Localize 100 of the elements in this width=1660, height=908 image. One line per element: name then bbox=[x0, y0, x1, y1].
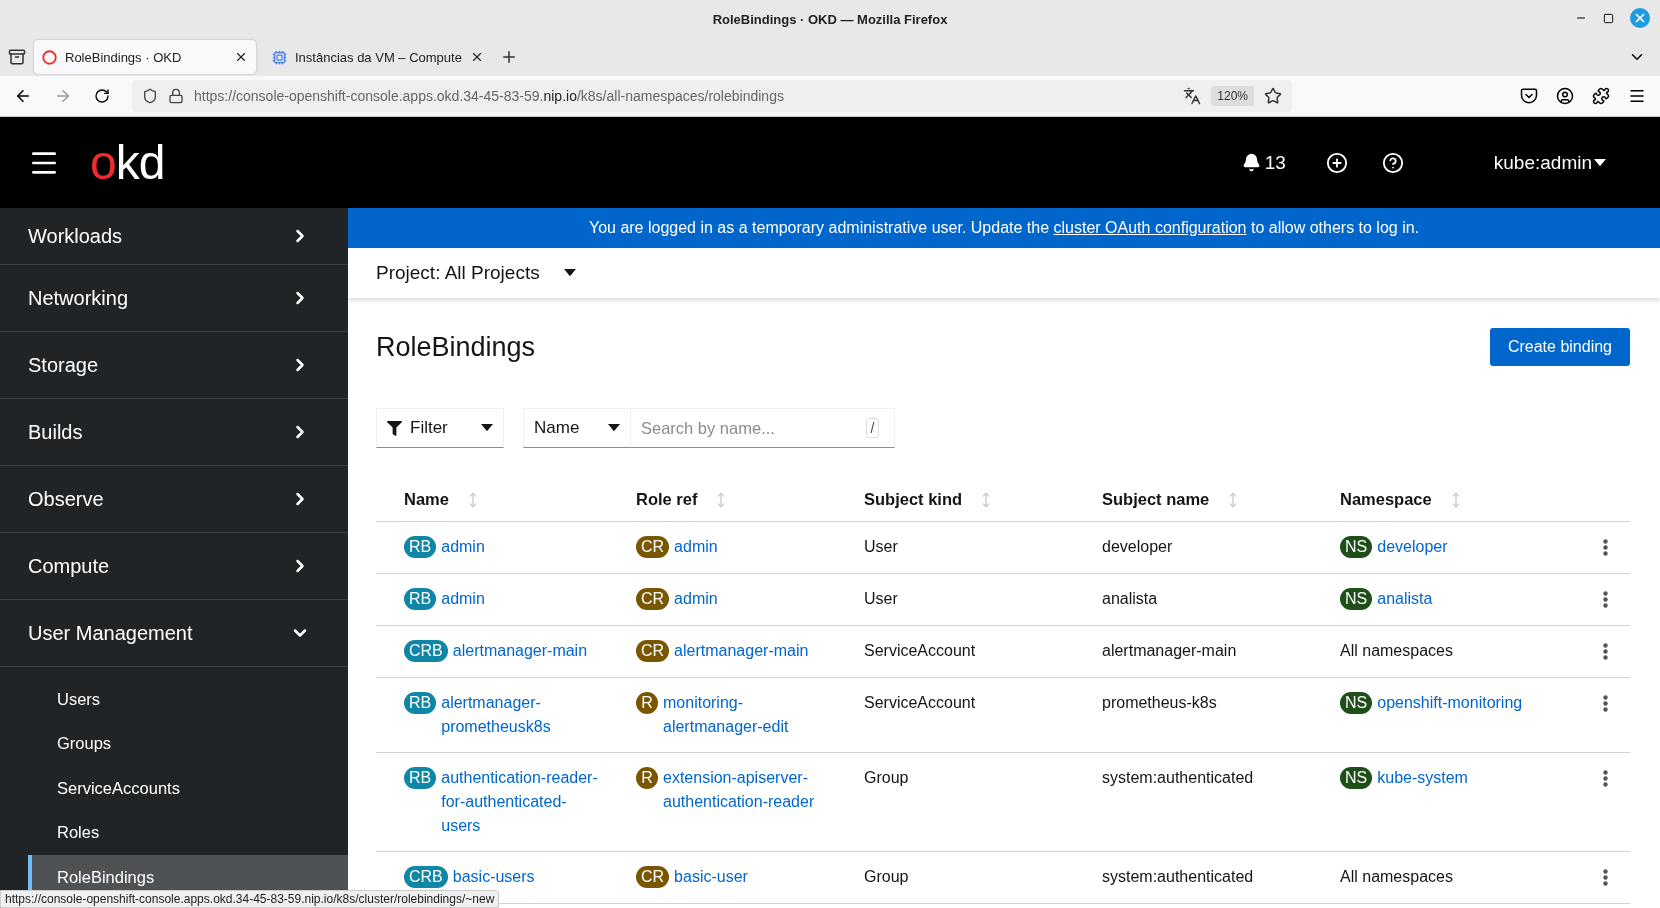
resource-link[interactable]: extension-apiserver-authentication-reader bbox=[663, 766, 832, 814]
forward-icon[interactable] bbox=[54, 87, 72, 105]
resource-badge: NS bbox=[1340, 588, 1373, 610]
nav-subitem[interactable]: ServiceAccounts bbox=[0, 766, 348, 811]
table-cell-text: system:authenticated bbox=[1102, 867, 1254, 887]
maximize-icon[interactable] bbox=[1603, 12, 1614, 24]
table-cell-text: Group bbox=[864, 768, 909, 788]
account-icon[interactable] bbox=[1556, 87, 1574, 105]
kebab-menu-button[interactable] bbox=[1603, 695, 1608, 712]
kebab-menu-button[interactable] bbox=[1603, 539, 1608, 556]
menu-icon[interactable] bbox=[1628, 87, 1646, 105]
nav-subitem[interactable]: Groups bbox=[0, 721, 348, 766]
window-title: RoleBindings · OKD — Mozilla Firefox bbox=[712, 11, 948, 27]
shield-icon bbox=[142, 88, 158, 104]
back-icon[interactable] bbox=[14, 87, 32, 105]
caret-icon bbox=[563, 269, 576, 277]
add-icon[interactable] bbox=[1325, 151, 1348, 174]
tab-list-icon[interactable] bbox=[8, 48, 26, 66]
search-type-dropdown[interactable]: Name bbox=[523, 408, 631, 448]
help-icon[interactable] bbox=[1381, 151, 1404, 174]
resource-badge: R bbox=[636, 692, 658, 714]
kebab-icon bbox=[1603, 591, 1608, 608]
resource-badge: NS bbox=[1340, 767, 1373, 789]
resource-link[interactable]: openshift-monitoring bbox=[1377, 691, 1523, 715]
zoom-level[interactable]: 120% bbox=[1211, 86, 1254, 106]
pocket-icon[interactable] bbox=[1520, 87, 1538, 105]
kebab-menu-button[interactable] bbox=[1603, 770, 1608, 787]
caret-icon bbox=[608, 424, 620, 432]
nav-subitem[interactable]: Roles bbox=[0, 810, 348, 855]
reload-icon[interactable] bbox=[94, 88, 110, 104]
column-header[interactable]: Role ref bbox=[636, 490, 698, 509]
bell-icon bbox=[1241, 153, 1261, 172]
table-cell-text: All namespaces bbox=[1340, 867, 1453, 887]
column-header[interactable]: Name bbox=[404, 490, 449, 509]
browser-tab[interactable]: RoleBindings · OKD bbox=[34, 40, 256, 74]
table-cell-text: analista bbox=[1102, 589, 1158, 609]
site-icon bbox=[42, 49, 57, 65]
resource-badge: CR bbox=[636, 866, 670, 888]
resource-link[interactable]: admin bbox=[441, 535, 485, 559]
resource-link[interactable]: analista bbox=[1377, 587, 1433, 611]
kebab-menu-button[interactable] bbox=[1603, 869, 1608, 886]
resource-badge: CR bbox=[636, 640, 670, 662]
user-menu[interactable]: kube:admin bbox=[1487, 150, 1612, 175]
caret-icon bbox=[481, 424, 493, 432]
close-icon bbox=[1633, 11, 1647, 25]
filter-dropdown[interactable]: Filter bbox=[376, 408, 504, 448]
caret-icon bbox=[1594, 158, 1606, 167]
page-title: RoleBindings bbox=[376, 331, 536, 363]
table-cell-text: ServiceAccount bbox=[864, 641, 976, 661]
resource-link[interactable]: alertmanager-prometheusk8s bbox=[441, 691, 604, 739]
resource-link[interactable]: monitoring-alertmanager-edit bbox=[663, 691, 832, 739]
resource-link[interactable]: basic-users bbox=[452, 865, 535, 889]
table-cell-text: prometheus-k8s bbox=[1102, 693, 1217, 713]
link-preview-tooltip: https://console-openshift-console.apps.okd.34-45-83-59.nip.io/k8s/cluster/rolebindings/~new bbox=[0, 890, 500, 908]
close-button[interactable] bbox=[1630, 8, 1650, 28]
nav-subitem[interactable]: Users bbox=[0, 677, 348, 722]
banner-message: You are logged in as a temporary administrative user. Update the cluster OAuth configuration to allow others to log in. bbox=[588, 219, 1420, 237]
resource-link[interactable]: alertmanager-main bbox=[674, 639, 809, 663]
resource-link[interactable]: basic-user bbox=[674, 865, 748, 889]
kebab-icon bbox=[1603, 695, 1608, 712]
kebab-menu-button[interactable] bbox=[1603, 643, 1608, 660]
resource-badge: NS bbox=[1340, 536, 1373, 558]
table-cell-text: system:authenticated bbox=[1102, 768, 1254, 788]
project-selector[interactable]: Project: All Projects bbox=[376, 262, 576, 284]
close-tab-icon[interactable] bbox=[234, 50, 248, 64]
kebab-icon bbox=[1603, 770, 1608, 787]
column-header[interactable]: Subject kind bbox=[864, 490, 963, 509]
resource-badge: CRB bbox=[404, 640, 448, 662]
resource-badge: CR bbox=[636, 536, 670, 558]
table-cell-text: developer bbox=[1102, 537, 1173, 557]
resource-link[interactable]: developer bbox=[1377, 535, 1448, 559]
column-header[interactable]: Namespace bbox=[1340, 490, 1432, 509]
resource-badge: CR bbox=[636, 588, 670, 610]
resource-badge: RB bbox=[404, 767, 437, 789]
kebab-icon bbox=[1603, 869, 1608, 886]
resource-link[interactable]: kube-system bbox=[1377, 766, 1468, 790]
search-field[interactable]: Search by name... bbox=[631, 408, 851, 448]
resource-badge: RB bbox=[404, 692, 437, 714]
resource-link[interactable]: admin bbox=[674, 587, 718, 611]
resource-badge: CRB bbox=[404, 866, 448, 888]
resource-link[interactable]: admin bbox=[441, 587, 485, 611]
table-cell-text: User bbox=[864, 589, 898, 609]
resource-badge: R bbox=[636, 767, 658, 789]
kebab-menu-button[interactable] bbox=[1603, 591, 1608, 608]
resource-link[interactable]: alertmanager-main bbox=[452, 639, 588, 663]
shortcut-key: / bbox=[865, 418, 880, 438]
kebab-icon bbox=[1603, 643, 1608, 660]
extensions-icon[interactable] bbox=[1592, 87, 1610, 105]
translate-icon[interactable] bbox=[1183, 87, 1202, 105]
bookmark-star-icon[interactable] bbox=[1264, 87, 1282, 105]
address-bar[interactable]: https://console-openshift-console.apps.okd.34-45-83-59.nip.io/k8s/all-namespaces/rolebindings 120% bbox=[132, 80, 1292, 112]
browser-tab[interactable]: Instâncias da VM – Compute bbox=[264, 40, 492, 74]
chip-icon bbox=[272, 49, 287, 65]
notifications-button[interactable]: 13 bbox=[1235, 150, 1292, 175]
resource-link[interactable]: admin bbox=[674, 535, 718, 559]
oauth-link[interactable]: cluster OAuth configuration bbox=[1053, 219, 1247, 236]
create-binding-button[interactable]: Create binding bbox=[1489, 328, 1630, 366]
column-header[interactable]: Subject name bbox=[1102, 490, 1210, 509]
resource-link[interactable]: authentication-reader-for-authenticated-users bbox=[441, 766, 604, 838]
kebab-icon bbox=[1603, 539, 1608, 556]
